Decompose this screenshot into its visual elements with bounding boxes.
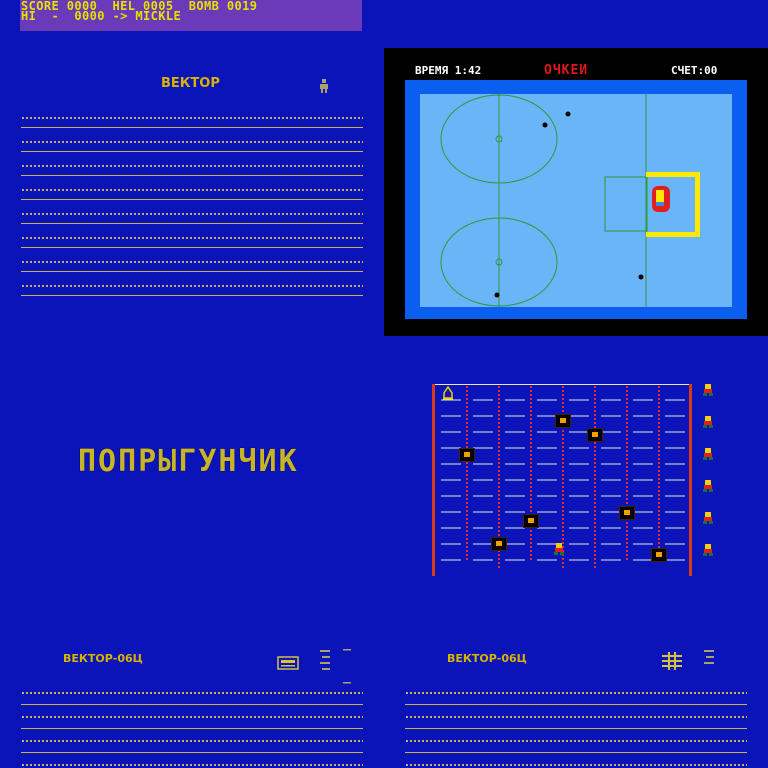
goal-frame-top [646,172,700,177]
bell-icon [443,386,453,400]
player-dot [638,274,644,280]
player-dot [542,122,548,128]
hazard-block [523,514,539,528]
goal-crease [604,176,648,232]
lives-icon [703,512,713,524]
player-sprite [554,543,564,555]
hazard-block [587,428,603,442]
vector-title: ВЕКТОР [161,76,220,91]
goal-frame-side [695,172,700,237]
hazard-block [651,548,667,562]
figure-icon [320,649,351,684]
right-pole [689,384,692,576]
lives-icon [703,384,713,396]
hockey-title: ОЧКЕИ [544,63,589,78]
vector06c-title-left: ВЕКТОР-06Ц [63,652,143,665]
lives-icon [703,448,713,460]
hockey-time: ВРЕМЯ 1:42 [415,64,482,77]
hiscore-line: HI - 0000 -> MICKLE [21,9,182,23]
ladder-icon [662,652,682,670]
jumper-title: ПОПРЫГУНЧИК [78,444,299,479]
rink-markings [440,94,700,307]
hockey-score: СЧЕТ:00 [671,64,718,77]
lives-icon [703,544,713,556]
figure-icon [704,650,714,664]
vector06c-title-right: ВЕКТОР-06Ц [447,652,527,665]
goal-frame-bottom [646,232,700,237]
cassette-icon [277,656,299,670]
hazard-block [555,414,571,428]
hazard-block [459,448,475,462]
hazard-block [491,537,507,551]
hazard-block [619,506,635,520]
figure-icon [320,79,328,93]
puck [494,292,500,298]
lives-icon [703,416,713,428]
lives-icon [703,480,713,492]
player-dot [565,111,571,117]
status-panel: SCORE 0000 HEL 0005 BOMB 0019 HI - 0000 … [20,0,362,31]
